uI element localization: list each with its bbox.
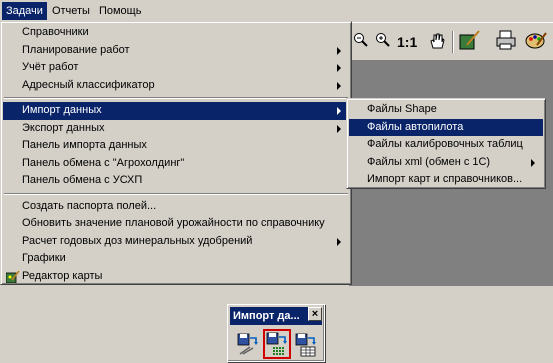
menu-item-agroholding-panel[interactable]: Панель обмена с "Агрохолдинг"	[3, 155, 349, 173]
close-button[interactable]: ×	[308, 307, 322, 321]
print-icon[interactable]	[495, 29, 517, 55]
submenu-item-import-maps[interactable]: Импорт карт и справочников...	[349, 171, 543, 189]
submenu-arrow-icon	[337, 64, 341, 72]
menu-item-map-editor[interactable]: Редактор карты	[3, 268, 349, 286]
menubar-item-help[interactable]: Помощь	[95, 2, 146, 20]
tasks-menu: Справочники Планирование работ Учёт рабо…	[0, 21, 352, 285]
submenu-arrow-icon	[337, 107, 341, 115]
menu-item-import-panel[interactable]: Панель импорта данных	[3, 137, 349, 155]
menubar-item-reports[interactable]: Отчеты	[48, 2, 94, 20]
submenu-arrow-icon	[531, 158, 535, 167]
import-data-submenu: Файлы Shape Файлы автопилота Файлы калиб…	[346, 98, 546, 189]
menu-item-update-yield[interactable]: Обновить значение плановой урожайности п…	[3, 215, 349, 233]
palette-icon[interactable]	[525, 29, 547, 55]
menu-item-work-planning[interactable]: Планирование работ	[3, 42, 349, 60]
menu-item-import-data[interactable]: Импорт данных	[3, 102, 349, 120]
import-shape-button[interactable]	[236, 331, 260, 357]
submenu-item-xml-files[interactable]: Файлы xml (обмен с 1С)	[349, 154, 543, 172]
menubar-item-tasks[interactable]: Задачи	[2, 2, 47, 20]
map-editor-icon	[5, 270, 20, 283]
import-calibration-icon	[294, 333, 318, 360]
menu-item-work-accounting[interactable]: Учёт работ	[3, 59, 349, 77]
zoom-out-icon[interactable]	[353, 32, 369, 52]
import-calibration-button[interactable]	[294, 331, 318, 357]
menu-item-fertilizer-doses[interactable]: Расчет годовых доз минеральных удобрений	[3, 233, 349, 251]
menu-item-create-field-passports[interactable]: Создать паспорта полей...	[3, 198, 349, 216]
menu-item-address-classifier[interactable]: Адресный классификатор	[3, 77, 349, 95]
submenu-arrow-icon	[337, 237, 341, 246]
menu-item-charts[interactable]: Графики	[3, 250, 349, 268]
zoom-1-1-button[interactable]: 1:1	[397, 34, 417, 50]
menu-separator	[3, 190, 349, 198]
submenu-item-autopilot-files[interactable]: Файлы автопилота	[349, 118, 543, 136]
import-autopilot-button[interactable]	[263, 329, 291, 359]
map-edit-icon[interactable]	[459, 29, 481, 55]
import-data-floating-toolbar: Импорт да... ×	[227, 304, 325, 362]
menu-item-references[interactable]: Справочники	[3, 24, 349, 42]
menu-separator	[3, 94, 349, 102]
menubar: Задачи Отчеты Помощь	[0, 0, 553, 22]
menu-item-uskhp-panel[interactable]: Панель обмена с УСХП	[3, 172, 349, 190]
main-toolbar: 1:1	[349, 22, 553, 60]
pan-hand-icon[interactable]	[428, 32, 446, 54]
import-autopilot-icon	[265, 332, 289, 360]
submenu-item-calibration-tables[interactable]: Файлы калибровочных таблиц	[349, 136, 543, 154]
submenu-arrow-icon	[337, 46, 341, 55]
submenu-arrow-icon	[337, 124, 341, 133]
submenu-item-shape-files[interactable]: Файлы Shape	[349, 101, 543, 119]
menu-item-export-data[interactable]: Экспорт данных	[3, 120, 349, 138]
import-shape-icon	[236, 333, 260, 360]
submenu-arrow-icon	[337, 81, 341, 90]
zoom-in-icon[interactable]	[375, 32, 391, 52]
